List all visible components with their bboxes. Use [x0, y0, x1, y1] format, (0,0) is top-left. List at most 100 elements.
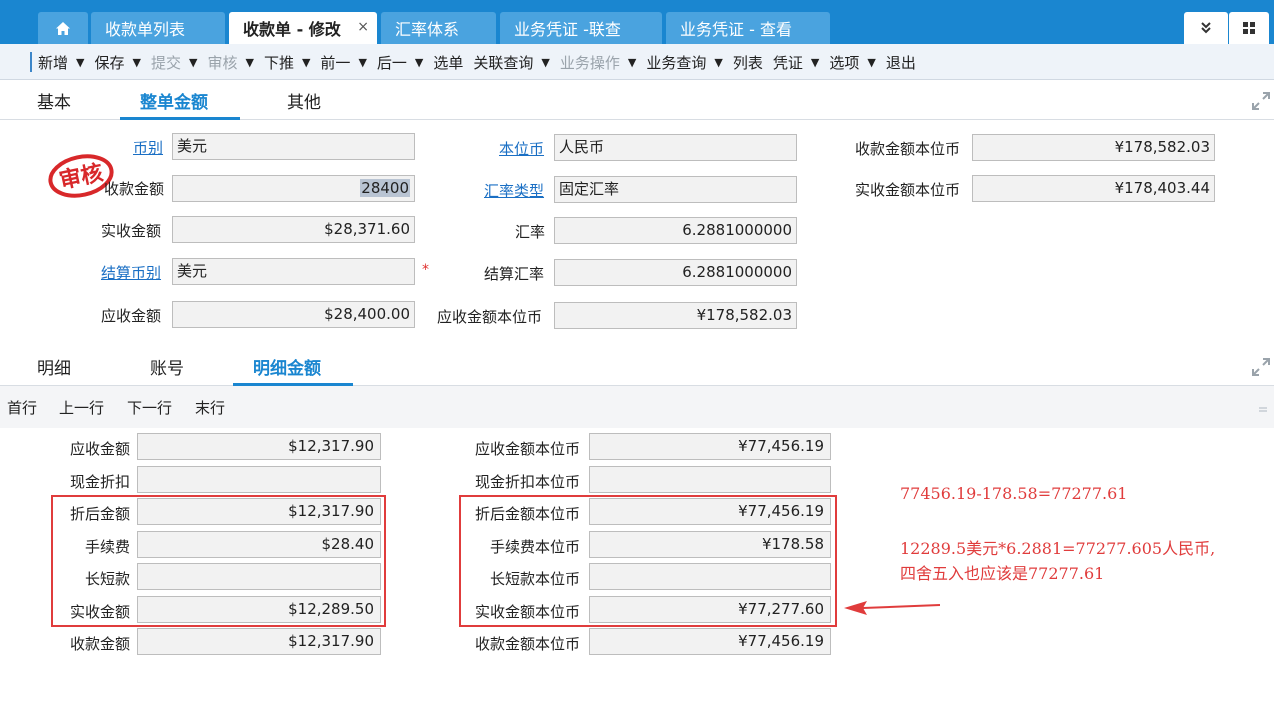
toolbar-item-label: 列表 [732, 53, 763, 72]
toolbar-item-10[interactable]: 业务查询 ▼ [646, 52, 722, 73]
receivable-base-field[interactable]: ¥178,582.03 [554, 302, 797, 329]
toolbar-item-8[interactable]: 关联查询 ▼ [473, 52, 549, 73]
actual-amount-field[interactable]: $28,371.60 [172, 216, 415, 243]
rate-type-label[interactable]: 汇率类型 [484, 180, 544, 201]
detail-row-base-label: 现金折扣本位币 [474, 473, 580, 491]
first-row-button[interactable]: 首行 [7, 397, 37, 418]
toolbar-item-label: 凭证 [772, 53, 803, 72]
toolbar-item-13[interactable]: 选项 ▼ [829, 52, 875, 73]
header-section-tabs: 基本 整单金额 其他 [0, 80, 1274, 120]
expand-icon[interactable] [1252, 358, 1270, 376]
base-currency-label[interactable]: 本位币 [499, 138, 544, 159]
tab-receipt-edit[interactable]: 收款单 - 修改 × [229, 12, 377, 44]
toolbar-item-1[interactable]: 保存 ▼ [94, 52, 140, 73]
highlight-box-right [459, 495, 837, 627]
home-tab[interactable] [38, 12, 88, 44]
base-currency-field[interactable]: 人民币 [554, 134, 797, 161]
tab-other[interactable]: 其他 [287, 88, 321, 113]
dropdown-arrow-icon[interactable]: ▼ [541, 56, 549, 69]
receipt-base-field[interactable]: ¥178,582.03 [972, 134, 1215, 161]
detail-row-label: 收款金额 [69, 635, 130, 653]
dropdown-arrow-icon[interactable]: ▼ [415, 56, 423, 69]
toolbar-item-5[interactable]: 前一 ▼ [320, 52, 366, 73]
toolbar-item-label: 保存 [94, 53, 125, 72]
currency-field[interactable]: 美元 [172, 133, 415, 160]
home-icon [56, 21, 70, 35]
double-chevron-down-icon [1201, 22, 1211, 34]
dropdown-arrow-icon[interactable]: ▼ [133, 56, 141, 69]
tab-receipt-list[interactable]: 收款单列表 [91, 12, 225, 44]
tab-exchange-rate-system[interactable]: 汇率体系 [381, 12, 496, 44]
tab-basic[interactable]: 基本 [37, 88, 71, 113]
tab-detail[interactable]: 明细 [37, 354, 71, 379]
annotation-note-1: 77456.19-178.58=77277.61 [900, 484, 1128, 503]
detail-row-value[interactable]: $12,317.90 [137, 628, 381, 655]
dropdown-arrow-icon[interactable]: ▼ [358, 56, 366, 69]
toolbar-item-label: 新增 [38, 53, 69, 72]
receivable-label: 应收金额 [101, 307, 162, 325]
tab-voucher-linked[interactable]: 业务凭证 -联查 [500, 12, 662, 44]
close-icon[interactable]: × [357, 19, 369, 35]
toolbar-item-3[interactable]: 审核 ▼ [207, 52, 253, 73]
toolbar-item-6[interactable]: 后一 ▼ [377, 52, 423, 73]
toolbar-item-12[interactable]: 凭证 ▼ [773, 52, 819, 73]
grid-menu-button[interactable] [1229, 12, 1269, 44]
actual-base-field[interactable]: ¥178,403.44 [972, 175, 1215, 202]
settle-rate-field[interactable]: 6.2881000000 [554, 259, 797, 286]
annotation-note-2-line-1: 12289.5美元*6.2881=77277.605人民币, [900, 539, 1216, 558]
toolbar-item-11[interactable]: 列表 [733, 52, 763, 73]
highlight-box-left [51, 495, 386, 627]
dropdown-arrow-icon[interactable]: ▼ [628, 56, 636, 69]
toolbar-item-label: 提交 [150, 53, 181, 72]
dropdown-arrow-icon[interactable]: ▼ [302, 56, 310, 69]
expand-icon[interactable] [1252, 92, 1270, 110]
receipt-amount-input[interactable]: 28400 [172, 175, 415, 202]
toolbar-separator [30, 52, 32, 72]
detail-row-value[interactable]: $12,317.90 [137, 433, 381, 460]
detail-row-value[interactable] [137, 466, 381, 493]
toolbar-item-label: 审核 [207, 53, 238, 72]
currency-label[interactable]: 币别 [133, 137, 163, 158]
dropdown-arrow-icon[interactable]: ▼ [245, 56, 253, 69]
tab-detail-amount[interactable]: 明细金额 [253, 354, 321, 379]
toolbar-item-14[interactable]: 退出 [886, 52, 916, 73]
receivable-field[interactable]: $28,400.00 [172, 301, 415, 328]
tab-voucher-view[interactable]: 业务凭证 - 查看 [666, 12, 830, 44]
actual-base-label: 实收金额本位币 [855, 181, 961, 199]
settle-currency-label[interactable]: 结算币别 [101, 262, 161, 283]
toolbar-item-7[interactable]: 选单 [433, 52, 463, 73]
scroll-handle-icon[interactable] [1258, 405, 1268, 415]
toolbar-item-label: 后一 [376, 53, 407, 72]
required-mark: * [422, 262, 429, 278]
toolbar-item-4[interactable]: 下推 ▼ [264, 52, 310, 73]
detail-row-base-value[interactable] [589, 466, 831, 493]
toolbar-item-2[interactable]: 提交 ▼ [151, 52, 197, 73]
dropdown-arrow-icon[interactable]: ▼ [189, 56, 197, 69]
prev-row-button[interactable]: 上一行 [59, 397, 104, 418]
toolbar-item-label: 业务操作 [559, 53, 620, 72]
tab-account[interactable]: 账号 [150, 354, 184, 379]
tab-whole-amount[interactable]: 整单金额 [140, 88, 208, 113]
rate-field[interactable]: 6.2881000000 [554, 217, 797, 244]
detail-row-base-value[interactable]: ¥77,456.19 [589, 628, 831, 655]
toolbar-item-label: 选单 [433, 53, 464, 72]
tab-label: 收款单 - 修改 [243, 20, 341, 39]
settle-currency-field[interactable]: 美元 [172, 258, 415, 285]
last-row-button[interactable]: 末行 [195, 397, 225, 418]
dropdown-arrow-icon[interactable]: ▼ [76, 56, 84, 69]
toolbar-item-9[interactable]: 业务操作 ▼ [560, 52, 636, 73]
detail-nav-bar: 首行 上一行 下一行 末行 [0, 386, 1274, 428]
tab-label: 业务凭证 - 查看 [680, 20, 792, 39]
toolbar-item-label: 前一 [320, 53, 351, 72]
dropdown-arrow-icon[interactable]: ▼ [811, 56, 819, 69]
rate-type-field[interactable]: 固定汇率 [554, 176, 797, 203]
dropdown-arrow-icon[interactable]: ▼ [867, 56, 875, 69]
annotation-arrow-icon [844, 601, 941, 615]
next-row-button[interactable]: 下一行 [127, 397, 172, 418]
dropdown-arrow-icon[interactable]: ▼ [714, 56, 722, 69]
toolbar-item-0[interactable]: 新增 ▼ [38, 52, 84, 73]
detail-row-base-value[interactable]: ¥77,456.19 [589, 433, 831, 460]
toolbar-item-label: 关联查询 [473, 53, 534, 72]
more-tabs-button[interactable] [1184, 12, 1228, 44]
toolbar-item-label: 退出 [885, 53, 916, 72]
